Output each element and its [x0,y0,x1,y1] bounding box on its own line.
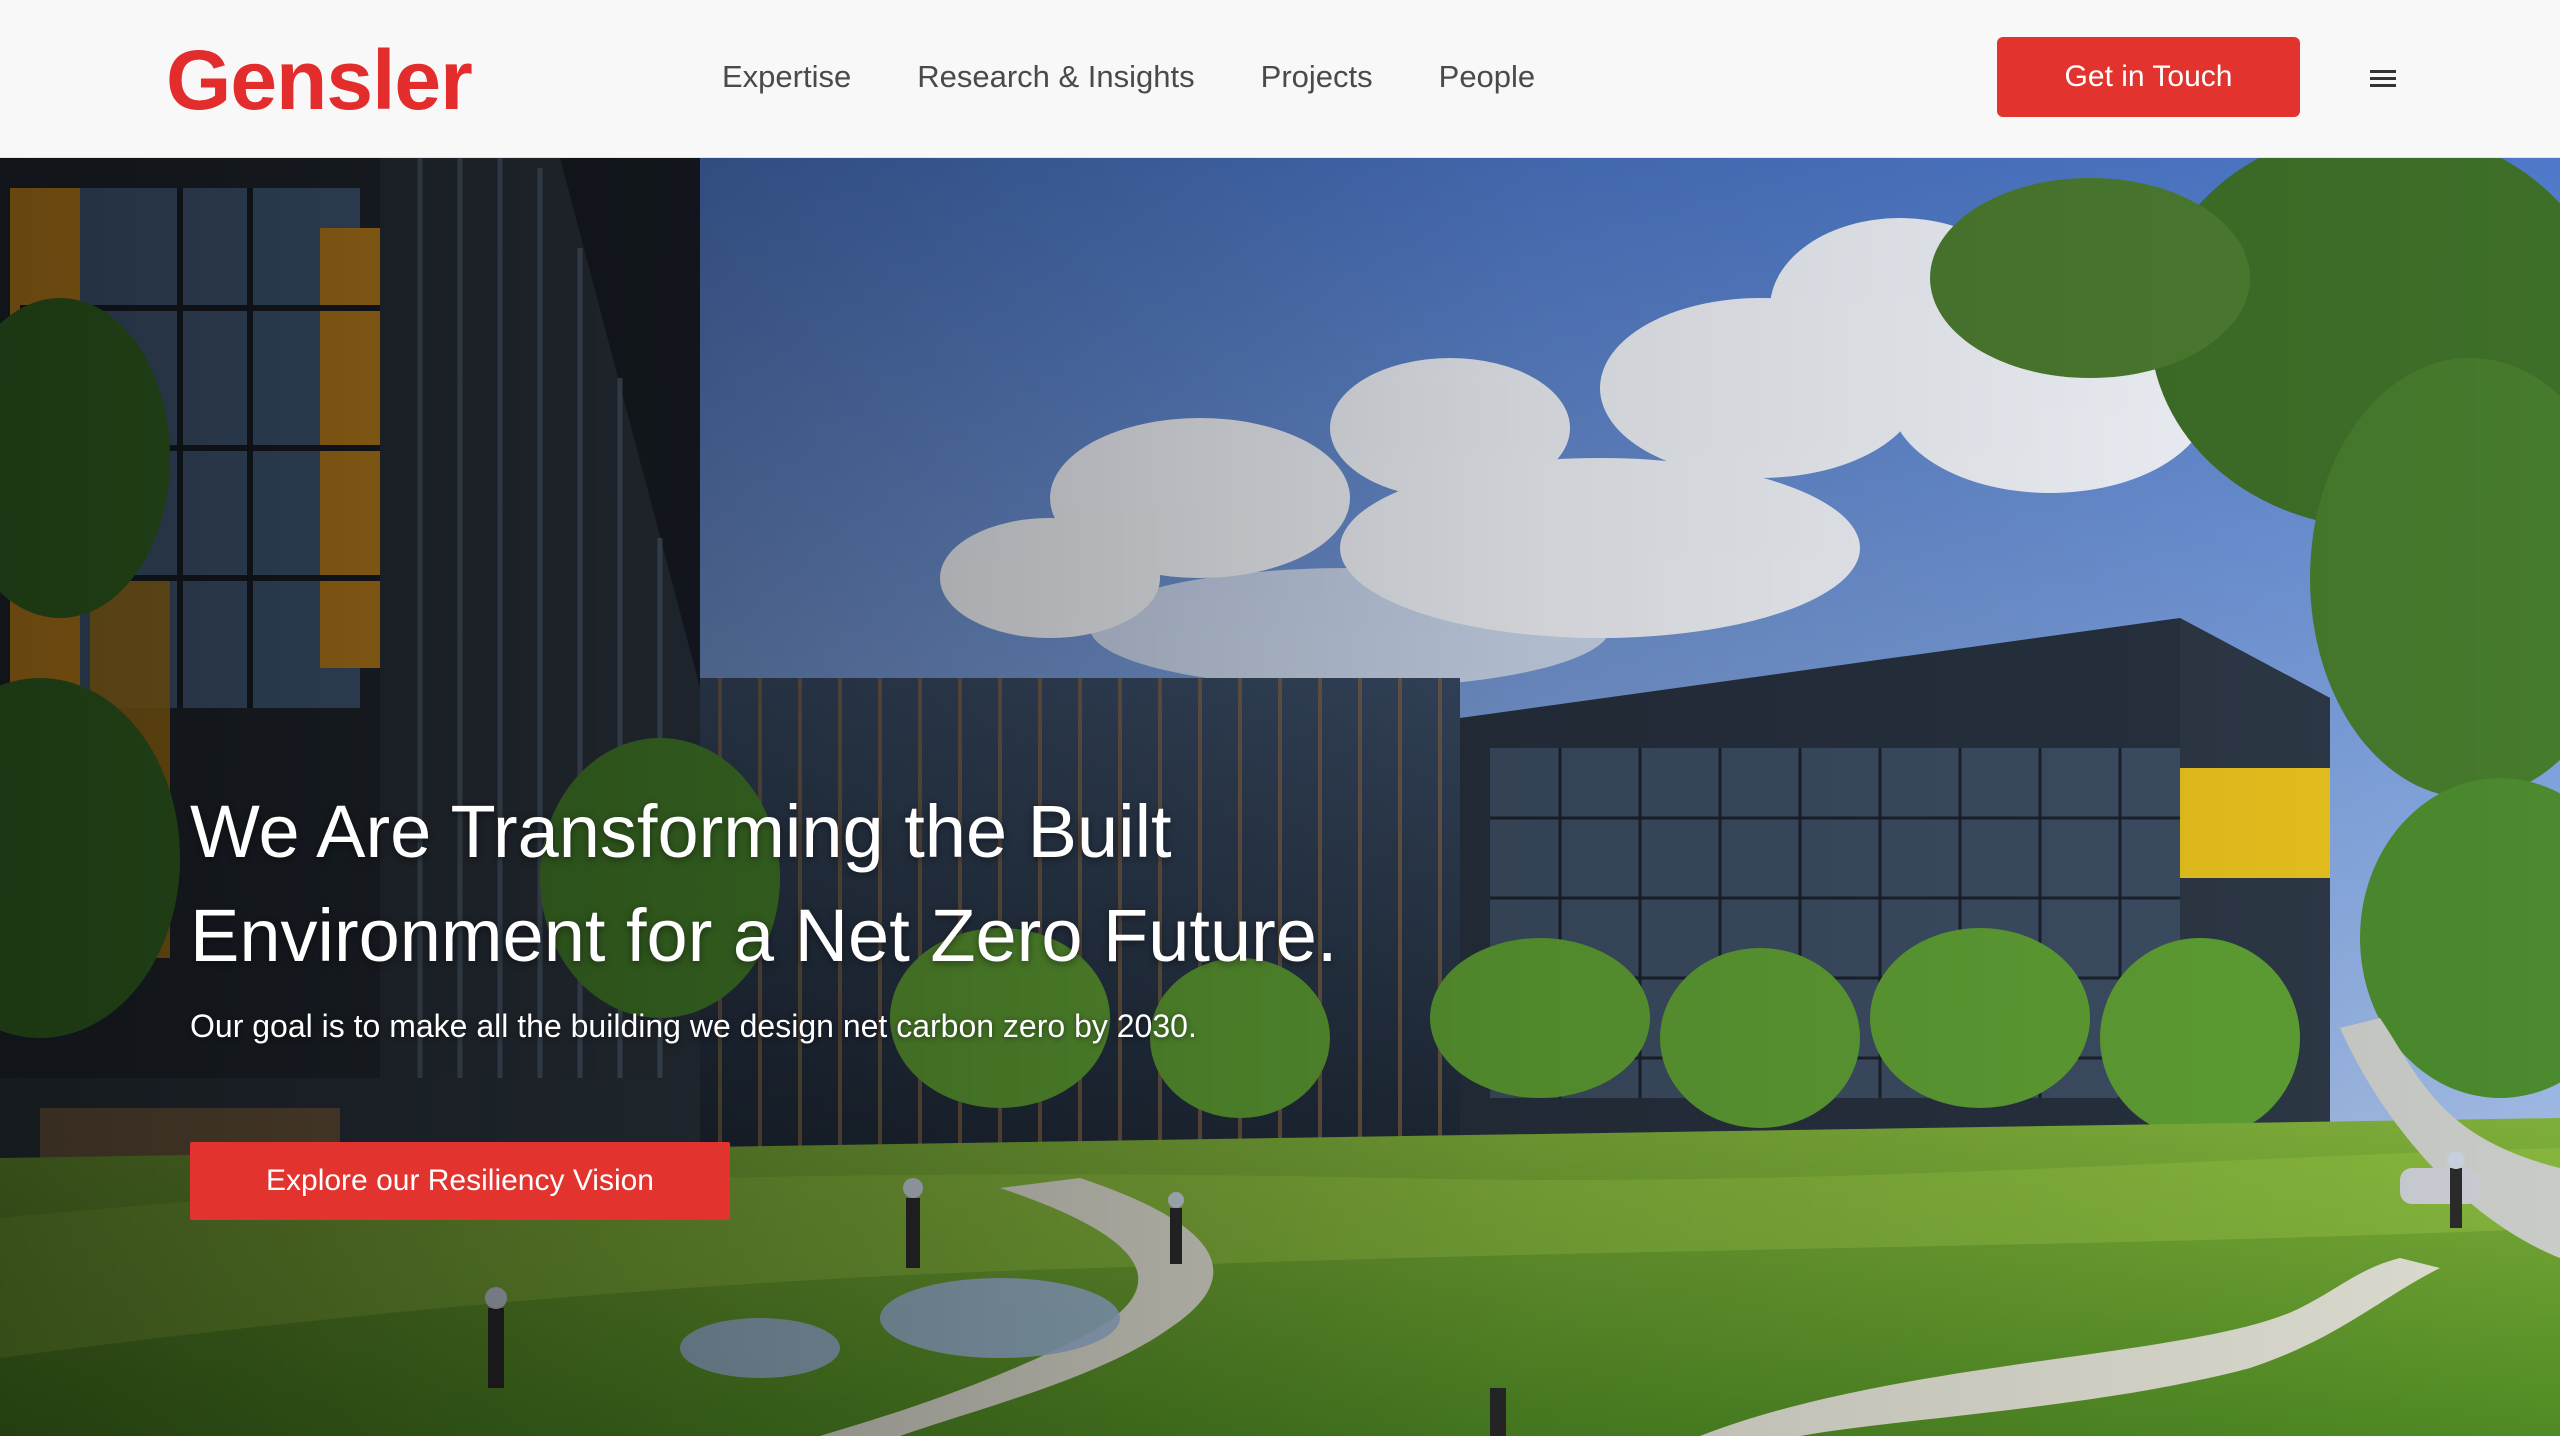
get-in-touch-button[interactable]: Get in Touch [1997,37,2300,117]
site-header: Gensler Expertise Research & Insights Pr… [0,0,2560,158]
hero-section: We Are Transforming the Built Environmen… [0,158,2560,1436]
nav-link-expertise[interactable]: Expertise [722,59,851,95]
nav-link-research-insights[interactable]: Research & Insights [917,59,1194,95]
hero-title-line-1: We Are Transforming the Built [190,790,1172,873]
main-nav: Expertise Research & Insights Projects P… [722,52,1601,102]
hamburger-menu-icon[interactable] [2370,70,2396,88]
nav-link-people[interactable]: People [1439,59,1536,95]
hero-title: We Are Transforming the Built Environmen… [190,780,1590,988]
hero-subtitle: Our goal is to make all the building we … [190,1008,1197,1044]
nav-link-projects[interactable]: Projects [1261,59,1373,95]
hero-title-line-2: Environment for a Net Zero Future. [190,894,1338,977]
gensler-logo[interactable]: Gensler [166,30,473,130]
explore-resiliency-vision-button[interactable]: Explore our Resiliency Vision [190,1142,730,1220]
